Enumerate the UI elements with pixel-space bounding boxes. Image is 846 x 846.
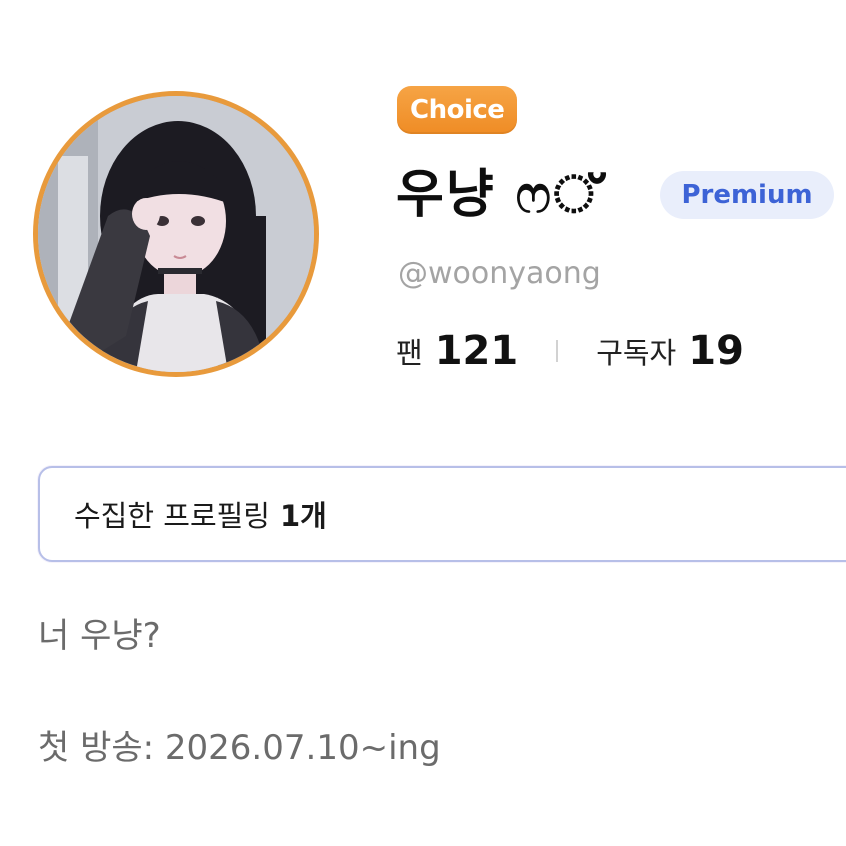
collected-profile-rings-button[interactable]: 수집한 프로필링 1개 bbox=[38, 466, 846, 562]
bio-line-2: 첫 방송: 2026.07.10~ing bbox=[38, 728, 441, 768]
display-name: 우냥 ෆ് bbox=[396, 165, 602, 225]
avatar[interactable] bbox=[38, 96, 314, 372]
stats-divider bbox=[556, 340, 559, 362]
collection-label: 수집한 프로필링 bbox=[74, 499, 270, 533]
collection-count: 1개 bbox=[279, 499, 327, 533]
fans-count[interactable]: 121 bbox=[435, 328, 519, 374]
avatar-ring[interactable] bbox=[33, 91, 319, 377]
choice-badge: Choice bbox=[397, 86, 518, 134]
user-handle: @woonyaong bbox=[398, 256, 601, 291]
fans-label[interactable]: 팬 bbox=[396, 330, 423, 372]
subscribers-label[interactable]: 구독자 bbox=[596, 330, 676, 372]
subscribers-count[interactable]: 19 bbox=[688, 328, 744, 374]
premium-badge[interactable]: Premium bbox=[660, 171, 834, 219]
avatar-photo bbox=[38, 96, 314, 372]
profile-screen: Choice 우냥 ෆ് Premium @woonyaong 팬 121 구독… bbox=[0, 0, 846, 846]
stats-row: 팬 121 구독자 19 bbox=[396, 326, 744, 376]
bio-line-1: 너 우냥? bbox=[38, 616, 161, 656]
